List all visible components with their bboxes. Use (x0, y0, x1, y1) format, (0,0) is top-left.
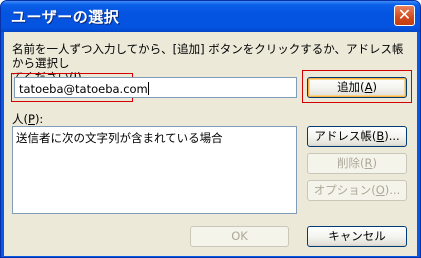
cancel-button[interactable]: キャンセル (307, 226, 407, 247)
people-label: 人(P): (12, 112, 44, 126)
close-icon: ✕ (397, 5, 412, 24)
add-button-label-suffix: ) (372, 80, 377, 94)
dialog-window: ユーザーの選択 ✕ 名前を一人ずつ入力してから、[追加] ボタンをクリックするか… (0, 0, 421, 258)
ok-button[interactable]: OK (190, 226, 289, 247)
title-bar[interactable]: ユーザーの選択 ✕ (1, 1, 420, 32)
address-book-button[interactable]: アドレス帳(B)... (307, 126, 407, 147)
add-button[interactable]: 追加(A) (307, 77, 407, 98)
name-input[interactable]: tatoeba@tatoeba.com (14, 77, 297, 98)
people-listbox[interactable]: 送信者に次の文字列が含まれている場合 (12, 126, 297, 214)
name-input-value: tatoeba@tatoeba.com (19, 82, 149, 96)
add-button-label: 追加( (337, 80, 365, 94)
list-item[interactable]: 送信者に次の文字列が含まれている場合 (16, 130, 223, 146)
dialog-title: ユーザーの選択 (11, 8, 120, 26)
delete-button[interactable]: 削除(R) (307, 153, 407, 174)
text-caret (147, 82, 149, 95)
close-button[interactable]: ✕ (394, 5, 415, 26)
instruction-line-1: 名前を一人ずつ入力してから、[追加] ボタンをクリックするか、アドレス帳から選択… (12, 42, 404, 70)
dialog-body: 名前を一人ずつ入力してから、[追加] ボタンをクリックするか、アドレス帳から選択… (4, 32, 417, 256)
options-button[interactable]: オプション(O)... (307, 180, 407, 201)
